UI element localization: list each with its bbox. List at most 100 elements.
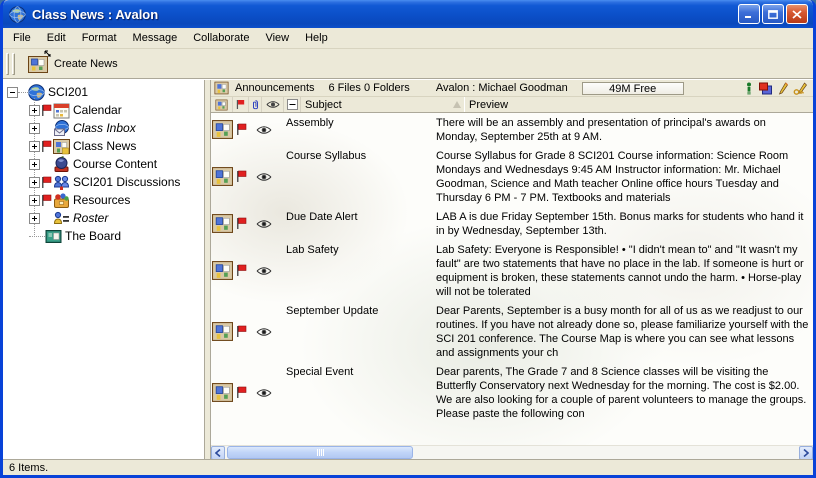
menu-message[interactable]: Message	[125, 29, 186, 47]
viewed-column-header[interactable]	[262, 97, 284, 112]
minimize-button[interactable]	[738, 4, 760, 24]
news-board-icon	[53, 138, 70, 155]
toolbar-grip[interactable]	[6, 53, 9, 75]
message-row[interactable]: Course Syllabus Course Syllabus for Grad…	[211, 146, 813, 207]
paperclip-icon	[252, 99, 259, 111]
expand-plus-icon[interactable]	[29, 195, 40, 206]
item-count-label: 6 Items.	[9, 462, 48, 474]
message-row[interactable]: Due Date Alert LAB A is due Friday Septe…	[211, 207, 813, 240]
board-icon	[45, 228, 62, 245]
horizontal-scrollbar[interactable]	[211, 445, 813, 459]
flag-icon	[41, 176, 52, 189]
chevron-right-icon	[803, 449, 809, 457]
flag-icon	[236, 217, 247, 230]
toolbar: Create News	[3, 49, 813, 79]
scroll-right-button[interactable]	[799, 446, 813, 460]
message-preview: Lab Safety: Everyone is Responsible! • "…	[436, 242, 813, 299]
preview-column-header[interactable]: Preview	[465, 97, 813, 112]
message-row[interactable]: Lab Safety Lab Safety: Everyone is Respo…	[211, 240, 813, 301]
sidebar-item-label: Class News	[73, 139, 136, 153]
attachment-column-header[interactable]	[249, 97, 262, 112]
overlapping-squares-icon[interactable]	[758, 82, 773, 95]
conference-title: Announcements	[235, 82, 315, 94]
expand-plus-icon[interactable]	[29, 123, 40, 134]
chevron-left-icon	[215, 449, 221, 457]
message-pane: Announcements 6 Files 0 Folders Avalon :…	[211, 80, 813, 459]
sidebar-item-label: SCI201	[48, 85, 88, 99]
message-row[interactable]: Assembly There will be an assembly and p…	[211, 113, 813, 146]
pencil-icon[interactable]	[778, 82, 788, 95]
menu-bar: File Edit Format Message Collaborate Vie…	[3, 28, 813, 49]
sidebar-item-label: The Board	[65, 229, 121, 243]
flag-icon	[236, 99, 245, 110]
resources-icon	[53, 192, 70, 209]
flag-icon	[236, 170, 247, 183]
scrollbar-thumb[interactable]	[227, 446, 413, 459]
flag-column-header[interactable]	[233, 97, 249, 112]
sort-ascending-icon	[453, 101, 461, 108]
status-bar: 6 Items.	[3, 459, 813, 475]
flag-icon	[41, 104, 52, 117]
maximize-button[interactable]	[762, 4, 784, 24]
news-item-icon	[212, 166, 233, 187]
calendar-icon	[53, 102, 70, 119]
app-window: Class News : Avalon File Edit Format Mes…	[0, 0, 816, 478]
menu-help[interactable]: Help	[297, 29, 336, 47]
files-folders-count: 6 Files 0 Folders	[329, 82, 410, 94]
message-row[interactable]: September Update Dear Parents, September…	[211, 301, 813, 362]
discussions-icon	[53, 174, 70, 191]
message-subject: Course Syllabus	[286, 148, 436, 205]
collapse-minus-icon	[287, 99, 298, 110]
flag-icon	[236, 386, 247, 399]
message-preview: There will be an assembly and presentati…	[436, 115, 813, 144]
news-item-icon	[212, 382, 233, 403]
menu-view[interactable]: View	[257, 29, 297, 47]
row-gutter	[211, 209, 286, 238]
title-bar[interactable]: Class News : Avalon	[3, 0, 813, 28]
menu-file[interactable]: File	[5, 29, 39, 47]
tree-stub	[29, 236, 45, 237]
main-content: SCI201 Calendar Class Inbox	[3, 79, 813, 459]
expand-plus-icon[interactable]	[29, 159, 40, 170]
menu-format[interactable]: Format	[74, 29, 125, 47]
expand-plus-icon[interactable]	[29, 213, 40, 224]
collapse-expander-icon[interactable]	[7, 87, 18, 98]
subject-column-header[interactable]: Subject	[301, 97, 453, 112]
flag-icon	[41, 194, 52, 207]
eye-icon	[266, 100, 280, 109]
message-subject: Assembly	[286, 115, 436, 144]
sidebar-item-label: Calendar	[73, 103, 122, 117]
toolbar-grip[interactable]	[12, 53, 15, 75]
news-item-icon	[212, 321, 233, 342]
conference-header: Announcements 6 Files 0 Folders Avalon :…	[211, 80, 813, 97]
viewed-eye-icon	[256, 125, 272, 135]
create-news-button[interactable]: Create News	[25, 51, 125, 77]
expand-plus-icon[interactable]	[29, 141, 40, 152]
row-gutter	[211, 115, 286, 144]
row-gutter	[211, 303, 286, 360]
menu-collaborate[interactable]: Collaborate	[185, 29, 257, 47]
server-user-label: Avalon : Michael Goodman	[436, 82, 568, 94]
scrollbar-track[interactable]	[225, 446, 799, 460]
message-subject: Due Date Alert	[286, 209, 436, 238]
flag-icon	[41, 140, 52, 153]
row-gutter	[211, 148, 286, 205]
tree-stub	[18, 92, 28, 93]
scroll-left-button[interactable]	[211, 446, 225, 460]
flag-icon	[236, 123, 247, 136]
message-row[interactable]: Special Event Dear parents, The Grade 7 …	[211, 362, 813, 423]
message-list: Assembly There will be an assembly and p…	[211, 113, 813, 445]
person-icon[interactable]	[745, 82, 753, 95]
sidebar-item-label: Resources	[73, 193, 130, 207]
new-item-arrow-icon	[44, 50, 53, 59]
expand-plus-icon[interactable]	[29, 105, 40, 116]
expand-plus-icon[interactable]	[29, 177, 40, 188]
sidebar-item-label: SCI201 Discussions	[73, 175, 180, 189]
list-column-headers: Subject Preview	[211, 97, 813, 113]
collapse-all-button[interactable]	[284, 97, 301, 112]
sidebar-item-label: Roster	[73, 211, 108, 225]
pencil-key-icon[interactable]	[793, 82, 809, 95]
close-button[interactable]	[786, 4, 808, 24]
item-type-column-header[interactable]	[211, 97, 233, 112]
menu-edit[interactable]: Edit	[39, 29, 74, 47]
